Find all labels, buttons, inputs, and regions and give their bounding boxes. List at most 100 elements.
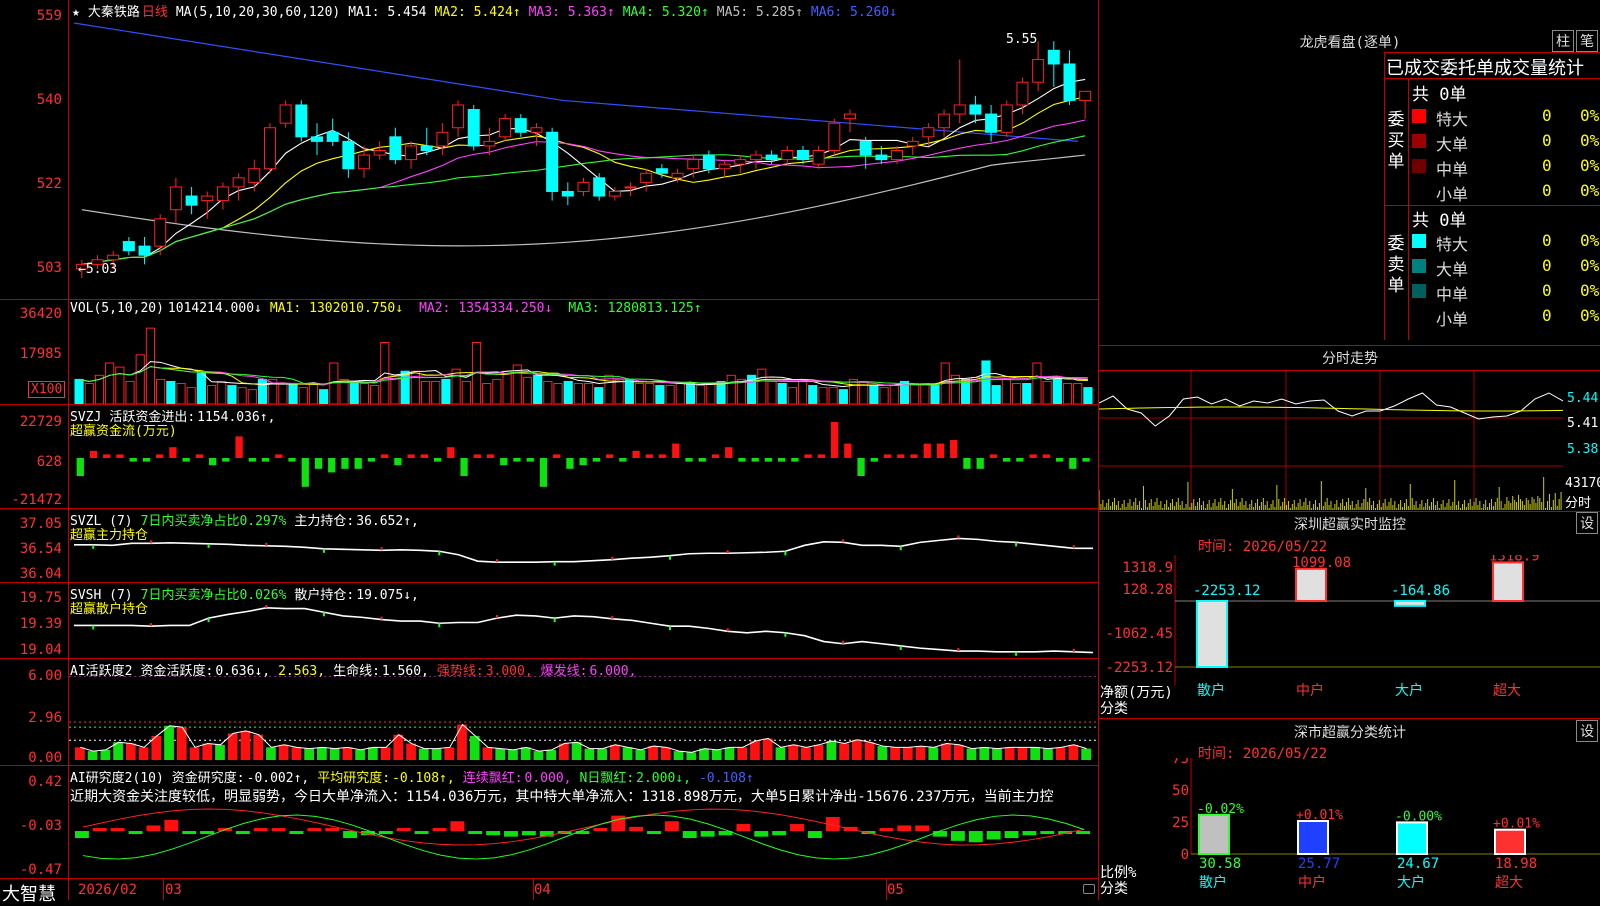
intraday-chart[interactable]: [1099, 371, 1563, 510]
flow-bar: [288, 458, 296, 462]
sell-swatch: [1412, 284, 1426, 298]
ai-research-v1: -0.002↑,: [246, 771, 310, 786]
sell-swatch: [1412, 309, 1426, 323]
active-bar: [635, 749, 646, 760]
ma1-line: [81, 78, 1086, 265]
research-green-line: [82, 814, 1085, 860]
flow-bar: [764, 458, 773, 462]
flow-bar: [566, 458, 574, 469]
flow-bar: [169, 447, 177, 458]
flow-bar: [804, 454, 812, 458]
sell-count: 0: [1542, 256, 1552, 275]
volume-bar: [217, 380, 227, 404]
candlestick-chart[interactable]: [69, 18, 1098, 283]
flow-bar: [1055, 458, 1064, 462]
flow-bar: [553, 454, 561, 458]
class-axis-label: 25: [1172, 815, 1189, 831]
candle-body: [295, 104, 308, 138]
volume-bar: [522, 376, 533, 404]
bar-view-button[interactable]: 柱: [1552, 30, 1574, 52]
vol-unit-badge[interactable]: X100: [28, 381, 66, 398]
holding-line: [74, 537, 1093, 563]
ai-research-v2: -0.108↑,: [392, 771, 455, 786]
research-bar: [986, 831, 1001, 840]
candle-body: [358, 154, 371, 170]
volume-bar: [838, 389, 848, 404]
candle-body: [436, 131, 449, 147]
volume-bar: [1062, 383, 1073, 404]
ai-research-chart[interactable]: [69, 800, 1098, 877]
svzl-axis-mid: 36.54: [19, 541, 62, 557]
monitor-settings-button[interactable]: 设: [1576, 512, 1598, 534]
class-bar: [1494, 828, 1526, 855]
sell-count: 0: [1542, 306, 1552, 325]
class-value-label: 25.77: [1298, 856, 1340, 872]
intraday-sep-top: [1098, 345, 1600, 346]
flow-bar: [433, 458, 442, 462]
volume-bar: [563, 380, 573, 404]
sell-percent: 0%: [1580, 306, 1600, 325]
active-bar: [826, 741, 837, 760]
volume-bar: [115, 366, 125, 404]
candle-body: [107, 254, 120, 261]
volume-bar: [288, 383, 298, 404]
sep-svzj-svzl: [0, 508, 1098, 509]
active-bar: [660, 747, 671, 760]
svzl-main-holding-chart[interactable]: [69, 525, 1098, 581]
date-label-3: 05: [887, 882, 904, 898]
active-bar: [469, 735, 480, 760]
flow-bar: [950, 440, 958, 458]
buy-swatch: [1412, 109, 1426, 123]
active-bar: [813, 744, 824, 760]
candle-body: [718, 163, 731, 170]
active-bar: [737, 747, 748, 760]
buy-row-2: 中单 0 0%: [1408, 154, 1600, 179]
price-axis-2: 540: [36, 92, 62, 108]
ai-research-v5: -0.108↑: [698, 771, 754, 786]
volume-bar: [1052, 378, 1062, 404]
tick-view-button[interactable]: 笔: [1576, 30, 1598, 52]
brand-logo: 大智慧: [2, 884, 56, 905]
candle-body: [405, 145, 418, 161]
monitor-category-label: 中户: [1296, 682, 1324, 699]
class-category-label: 散户: [1199, 874, 1227, 891]
candle-body: [640, 172, 653, 183]
research-bar: [700, 831, 715, 837]
candle-body: [906, 140, 919, 147]
lock-icon[interactable]: [1083, 884, 1095, 894]
volume-bar: [604, 374, 614, 404]
research-bar: [772, 831, 787, 836]
svzj-flow-chart[interactable]: [69, 420, 1098, 506]
vol-ma2-name: MA2:: [419, 301, 451, 316]
active-bar: [979, 747, 990, 760]
candle-body: [1016, 81, 1029, 106]
monitor-bar-chart[interactable]: 1318.9 128.28 -1062.45 -2253.12 -2253.12 散户 10…: [1099, 555, 1600, 715]
class-settings-button[interactable]: 设: [1576, 720, 1598, 742]
volume-bar: [206, 385, 217, 404]
active-bar: [928, 747, 939, 760]
buy-percent: 0%: [1580, 106, 1600, 125]
volume-bar: [227, 385, 237, 404]
volume-bar: [1011, 383, 1022, 404]
flow-bar: [989, 454, 998, 458]
candle-body: [169, 186, 182, 211]
buy-count: 0: [1542, 156, 1552, 175]
volume-bar: [614, 378, 624, 404]
svsh-retail-holding-chart[interactable]: [69, 599, 1098, 657]
ai-active-chart[interactable]: [69, 676, 1098, 764]
class-category-label: 超大: [1495, 875, 1523, 891]
volume-bar: [594, 387, 604, 404]
research-bar: [1022, 831, 1037, 836]
class-bar-chart[interactable]: 75 50 25 0 -0.02% 30.58 散户 +0.01% 25.77 中户 -0.00% 2…: [1099, 758, 1600, 900]
candle-body: [138, 245, 151, 256]
flow-bar: [89, 450, 98, 458]
volume-chart[interactable]: [69, 318, 1098, 404]
buy-name: 特大: [1436, 110, 1469, 129]
research-bar: [629, 826, 644, 832]
flow-bar: [208, 458, 217, 466]
intraday-price-line: [1099, 392, 1563, 427]
research-bar: [235, 831, 250, 835]
active-bar: [164, 725, 174, 760]
class-title: 深市超赢分类统计: [1294, 725, 1406, 741]
sell-row-3: 小单 0 0%: [1408, 304, 1600, 329]
